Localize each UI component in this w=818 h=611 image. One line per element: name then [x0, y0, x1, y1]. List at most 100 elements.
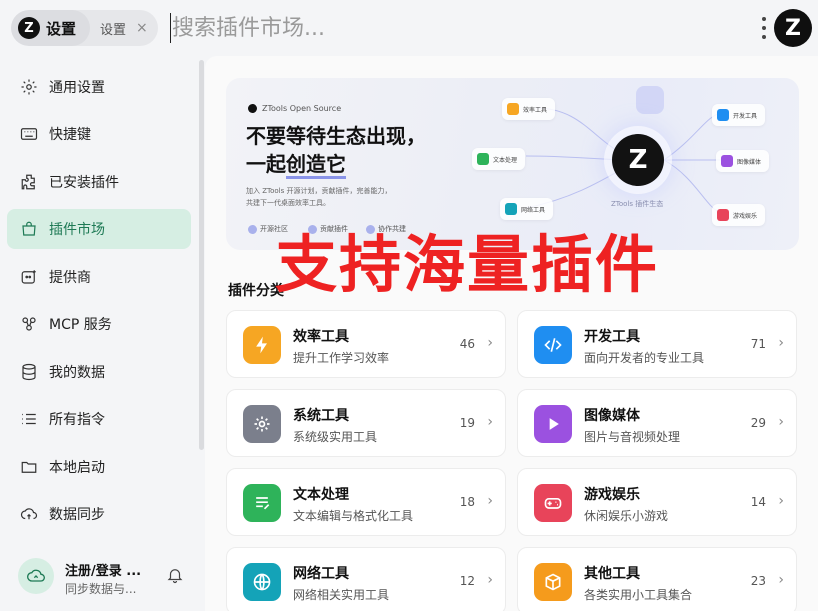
- gamepad-icon: [717, 209, 729, 221]
- sidebar-item-label: 快捷键: [49, 127, 91, 143]
- category-subtitle: 图片与音视频处理: [584, 430, 681, 444]
- sidebar-item-sync[interactable]: 数据同步: [7, 494, 191, 534]
- code-icon: [534, 326, 572, 364]
- banner-node: 图像媒体: [716, 150, 770, 172]
- mcp-icon: [19, 314, 39, 334]
- cloud-sync-icon: [19, 504, 39, 524]
- chevron-right-icon: ›: [487, 493, 493, 509]
- category-title: 网络工具: [293, 566, 349, 582]
- category-card-network[interactable]: 网络工具 网络相关实用工具 12 ›: [226, 547, 506, 611]
- promo-overlay-text: 支持海量插件: [275, 228, 660, 301]
- box-icon: [534, 563, 572, 601]
- sidebar-item-mydata[interactable]: 我的数据: [7, 352, 191, 392]
- avatar[interactable]: [18, 558, 54, 594]
- sidebar-item-label: 已安装插件: [49, 175, 119, 191]
- user-name[interactable]: 注册/登录 ...: [65, 560, 141, 579]
- category-card-media[interactable]: 图像媒体 图片与音视频处理 29 ›: [517, 389, 797, 457]
- category-card-other[interactable]: 其他工具 各类实用小工具集合 23 ›: [517, 547, 797, 611]
- category-count: 19: [459, 416, 475, 430]
- database-icon: [19, 362, 39, 382]
- chevron-right-icon: ›: [778, 493, 784, 509]
- category-card-dev[interactable]: 开发工具 面向开发者的专业工具 71 ›: [517, 310, 797, 378]
- category-card-system[interactable]: 系统工具 系统级实用工具 19 ›: [226, 389, 506, 457]
- sidebar-item-shortcuts[interactable]: 快捷键: [7, 114, 191, 154]
- tab-strip: Z 设置 设置 ×: [11, 10, 158, 46]
- banner-brand: ZTools Open Source: [248, 104, 341, 113]
- category-subtitle: 提升工作学习效率: [293, 351, 390, 365]
- category-count: 14: [750, 495, 766, 509]
- category-subtitle: 文本编辑与格式化工具: [293, 509, 414, 523]
- tab-settings[interactable]: 设置 ×: [90, 10, 158, 46]
- code-icon: [717, 109, 729, 121]
- puzzle-icon: [19, 172, 39, 192]
- sidebar-item-label: 数据同步: [49, 507, 105, 523]
- banner-node: 效率工具: [502, 98, 556, 120]
- text-icon: [477, 153, 489, 165]
- search-input[interactable]: [168, 12, 728, 44]
- banner-description: 加入 ZTools 开源计划，贡献插件，完善能力，: [246, 187, 392, 195]
- globe-icon: [243, 563, 281, 601]
- user-section[interactable]: 注册/登录 ... 同步数据与...: [0, 546, 205, 611]
- category-count: 23: [750, 574, 766, 588]
- category-title: 效率工具: [293, 329, 349, 345]
- hub-label: ZTools 插件生态: [611, 200, 664, 208]
- app-logo-icon: Z: [18, 17, 40, 39]
- chevron-right-icon: ›: [778, 335, 784, 351]
- category-count: 29: [750, 416, 766, 430]
- banner-node: 开发工具: [712, 104, 766, 126]
- category-card-productivity[interactable]: 效率工具 提升工作学习效率 46 ›: [226, 310, 506, 378]
- sidebar-scrollbar[interactable]: [199, 60, 204, 450]
- sidebar-item-commands[interactable]: 所有指令: [7, 399, 191, 439]
- sidebar-item-label: 插件市场: [49, 222, 105, 238]
- category-title: 开发工具: [584, 329, 640, 345]
- close-icon[interactable]: ×: [136, 20, 148, 36]
- sidebar-item-mcp[interactable]: MCP 服务: [7, 304, 191, 344]
- category-title: 其他工具: [584, 566, 640, 582]
- store-icon: [19, 219, 39, 239]
- sidebar-item-label: 通用设置: [49, 80, 105, 96]
- chevron-right-icon: ›: [778, 414, 784, 430]
- category-subtitle: 系统级实用工具: [293, 430, 378, 444]
- chip-icon: [248, 224, 257, 234]
- more-vertical-icon[interactable]: [758, 14, 770, 42]
- sidebar-item-local-launch[interactable]: 本地启动: [7, 447, 191, 487]
- banner-node: 文本处理: [472, 148, 526, 170]
- chevron-right-icon: ›: [487, 335, 493, 351]
- category-count: 12: [459, 574, 475, 588]
- sidebar-item-label: 提供商: [49, 270, 91, 286]
- play-icon: [534, 405, 572, 443]
- category-card-games[interactable]: 游戏娱乐 休闲娱乐小游戏 14 ›: [517, 468, 797, 536]
- sidebar-item-label: 我的数据: [49, 365, 105, 381]
- bell-icon[interactable]: [166, 566, 186, 586]
- brand-logo-icon: [248, 104, 257, 113]
- chevron-right-icon: ›: [778, 572, 784, 588]
- gear-icon: [19, 77, 39, 97]
- lightning-icon: [243, 326, 281, 364]
- category-title: 文本处理: [293, 487, 349, 503]
- sidebar-item-general[interactable]: 通用设置: [7, 67, 191, 107]
- sidebar: 通用设置 快捷键 已安装插件 插件市场 提供商 MCP 服务 我的数据 所有指令…: [0, 56, 205, 611]
- app-logo-icon[interactable]: Z: [774, 9, 812, 47]
- category-subtitle: 面向开发者的专业工具: [584, 351, 705, 365]
- banner-description-2: 共建下一代桌面效率工具。: [246, 199, 330, 207]
- category-subtitle: 休闲娱乐小游戏: [584, 509, 669, 523]
- category-count: 46: [459, 337, 475, 351]
- gamepad-icon: [534, 484, 572, 522]
- list-icon: [19, 409, 39, 429]
- chevron-right-icon: ›: [487, 572, 493, 588]
- sidebar-item-providers[interactable]: 提供商: [7, 257, 191, 297]
- folder-icon: [19, 457, 39, 477]
- user-subtitle: 同步数据与...: [65, 582, 137, 596]
- gear-icon: [243, 405, 281, 443]
- category-card-text[interactable]: 文本处理 文本编辑与格式化工具 18 ›: [226, 468, 506, 536]
- main-content: ZTools Open Source 不要等待生态出现， 一起创造它 加入 ZT…: [205, 56, 818, 611]
- sidebar-item-label: 本地启动: [49, 460, 105, 476]
- category-count: 18: [459, 495, 475, 509]
- sparkle-icon: [636, 86, 664, 114]
- ztools-hub-logo-icon: Z: [612, 134, 664, 186]
- sidebar-item-market[interactable]: 插件市场: [7, 209, 191, 249]
- tab-settings-active[interactable]: Z 设置: [11, 10, 91, 46]
- sidebar-item-installed[interactable]: 已安装插件: [7, 162, 191, 202]
- lightning-icon: [507, 103, 519, 115]
- top-bar: Z 设置 设置 × Z: [0, 0, 818, 56]
